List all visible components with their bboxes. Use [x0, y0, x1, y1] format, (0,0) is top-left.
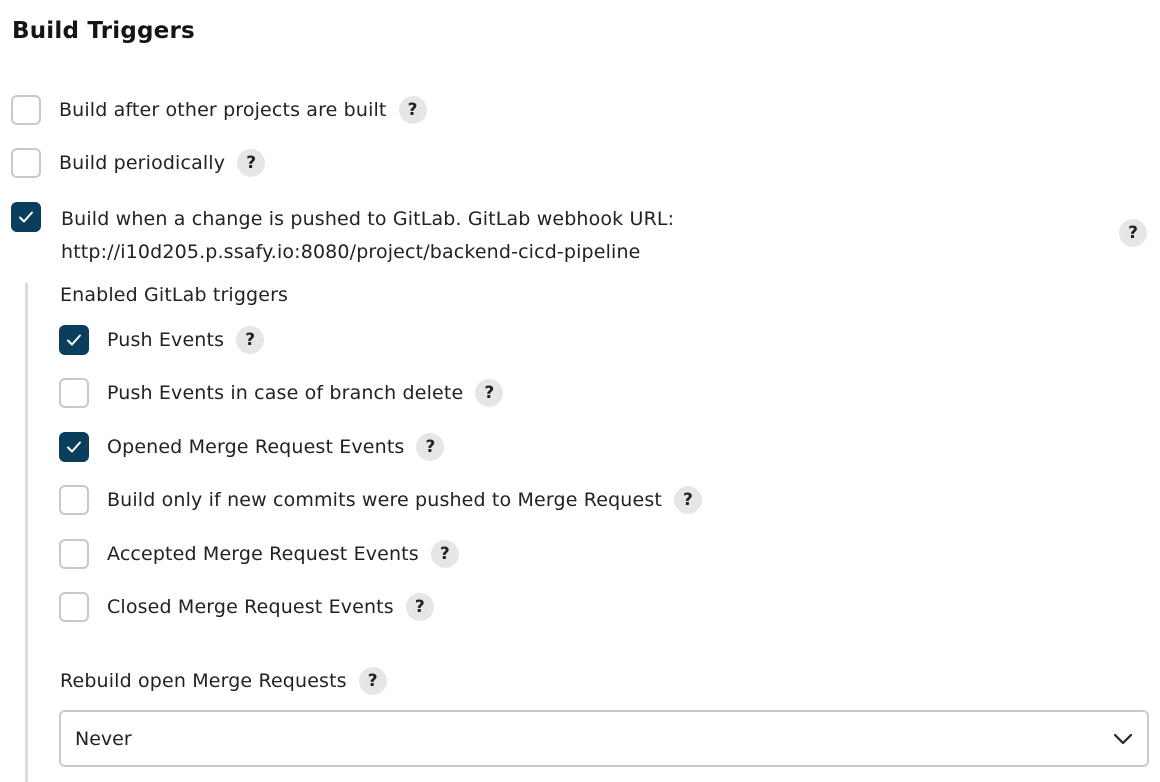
push-events-checkbox[interactable]	[59, 325, 89, 355]
event-new-commits-mr: Build only if new commits were pushed to…	[59, 484, 702, 516]
check-icon	[67, 334, 81, 346]
check-icon	[67, 441, 81, 453]
nested-section-rule	[25, 283, 28, 782]
build-only-new-commits-label[interactable]: Build only if new commits were pushed to…	[107, 489, 662, 511]
build-after-other-projects-checkbox[interactable]	[11, 95, 41, 125]
trigger-build-after-other-projects: Build after other projects are built ?	[11, 94, 427, 126]
help-icon[interactable]: ?	[673, 486, 702, 514]
opened-merge-request-events-label[interactable]: Opened Merge Request Events	[107, 436, 404, 458]
help-icon[interactable]: ?	[1119, 219, 1147, 247]
push-events-branch-delete-label[interactable]: Push Events in case of branch delete	[107, 382, 463, 404]
gitlab-push-label-text: Build when a change is pushed to GitLab.…	[61, 208, 675, 230]
help-icon[interactable]: ?	[398, 96, 427, 124]
gitlab-push-label[interactable]: Build when a change is pushed to GitLab.…	[61, 203, 674, 269]
help-icon[interactable]: ?	[237, 149, 266, 177]
accepted-merge-request-events-label[interactable]: Accepted Merge Request Events	[107, 543, 419, 565]
trigger-build-periodically: Build periodically ?	[11, 147, 266, 179]
gitlab-push-checkbox[interactable]	[11, 202, 41, 232]
enabled-gitlab-triggers-label: Enabled GitLab triggers	[60, 284, 289, 306]
help-icon[interactable]: ?	[358, 667, 387, 695]
build-only-new-commits-checkbox[interactable]	[59, 485, 89, 515]
chevron-down-icon	[1113, 733, 1133, 744]
push-events-label[interactable]: Push Events	[107, 329, 224, 351]
rebuild-open-mr-selected-value: Never	[75, 727, 132, 750]
accepted-merge-request-events-checkbox[interactable]	[59, 539, 89, 569]
trigger-gitlab-push	[11, 201, 41, 233]
help-icon[interactable]: ?	[475, 379, 504, 407]
build-periodically-label[interactable]: Build periodically	[59, 152, 225, 174]
help-icon[interactable]: ?	[430, 540, 459, 568]
build-periodically-checkbox[interactable]	[11, 148, 41, 178]
rebuild-open-mr-select[interactable]: Never	[59, 710, 1149, 767]
opened-merge-request-events-checkbox[interactable]	[59, 432, 89, 462]
section-title: Build Triggers	[12, 18, 195, 44]
closed-merge-request-events-checkbox[interactable]	[59, 592, 89, 622]
event-closed-mr: Closed Merge Request Events ?	[59, 591, 434, 623]
check-icon	[19, 211, 33, 223]
closed-merge-request-events-label[interactable]: Closed Merge Request Events	[107, 596, 394, 618]
rebuild-open-mr-label: Rebuild open Merge Requests	[60, 670, 347, 692]
event-push-branch-delete: Push Events in case of branch delete ?	[59, 377, 504, 409]
build-after-other-projects-label[interactable]: Build after other projects are built	[59, 99, 387, 121]
help-icon[interactable]: ?	[236, 326, 265, 354]
rebuild-open-mr-row: Rebuild open Merge Requests ?	[60, 665, 387, 697]
help-icon[interactable]: ?	[416, 433, 445, 461]
event-opened-mr: Opened Merge Request Events ?	[59, 431, 445, 463]
help-icon[interactable]: ?	[405, 593, 434, 621]
gitlab-webhook-url: http://i10d205.p.ssafy.io:8080/project/b…	[61, 241, 641, 263]
event-accepted-mr: Accepted Merge Request Events ?	[59, 538, 459, 570]
event-push: Push Events ?	[59, 324, 265, 356]
push-events-branch-delete-checkbox[interactable]	[59, 378, 89, 408]
